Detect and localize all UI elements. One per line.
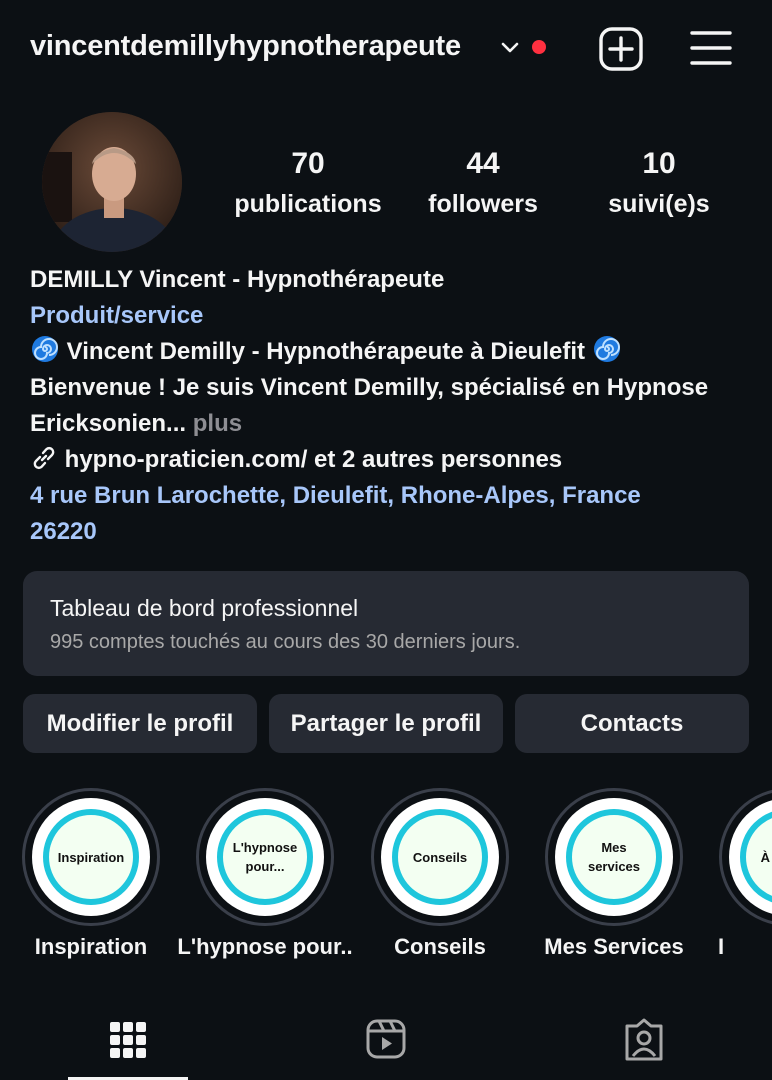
highlight-cover-text: L'hypnose pour... [217, 809, 313, 905]
highlight-label: I [718, 934, 725, 959]
highlight-cover-text: Conseils [392, 809, 488, 905]
profile-category[interactable]: Produit/service [30, 298, 760, 334]
bio-links-text[interactable]: hypno-praticien.com/ et 2 autres personn… [65, 446, 562, 473]
bio-text-line: Bienvenue ! Je suis Vincent Demilly, spé… [30, 374, 709, 401]
profile-bio: DEMILLY Vincent - Hypnothérapeute Produi… [30, 262, 760, 550]
profile-tabs [0, 1012, 772, 1080]
highlight-inspiration[interactable]: Inspiration Inspiration [21, 788, 161, 959]
menu-icon[interactable] [690, 28, 732, 68]
cyclone-emoji-icon [32, 336, 58, 362]
highlight-label: L'hypnose pour.. [177, 934, 353, 959]
highlight-label: Mes Services [544, 934, 684, 959]
bio-text-truncated: Ericksonien... [30, 410, 187, 437]
highlight-partial[interactable]: À P... D... I [718, 788, 772, 959]
stat-following[interactable]: 10 suivi(e)s [569, 146, 749, 222]
dashboard-title: Tableau de bord professionnel [50, 595, 359, 621]
notification-dot [532, 40, 546, 54]
followers-label: followers [428, 190, 538, 218]
highlight-clip: À P... D... I [718, 788, 772, 988]
cyclone-emoji-icon [593, 336, 620, 362]
following-label: suivi(e)s [608, 190, 710, 218]
following-count: 10 [642, 147, 676, 180]
link-icon [33, 446, 55, 470]
bio-headline: Vincent Demilly - Hypnothérapeute à Dieu… [30, 334, 760, 370]
highlight-ring: Mes services [545, 788, 683, 926]
highlight-cover-text: À P... D... [740, 809, 772, 905]
grid-icon[interactable] [108, 1020, 148, 1060]
bio-links[interactable]: hypno-praticien.com/ et 2 autres personn… [30, 442, 760, 478]
publications-label: publications [234, 190, 382, 218]
highlight-cover-text: Inspiration [43, 809, 139, 905]
highlight-services[interactable]: Mes services Mes Services [544, 788, 684, 959]
followers-count: 44 [466, 147, 500, 180]
create-post-icon[interactable] [598, 26, 644, 72]
stat-followers[interactable]: 44 followers [393, 146, 573, 222]
share-profile-button[interactable]: Partager le profil [269, 694, 503, 753]
bio-more-link[interactable]: plus [193, 410, 242, 437]
address-line[interactable]: 4 rue Brun Larochette, Dieulefit, Rhone-… [30, 478, 760, 514]
bio-headline-text: Vincent Demilly - Hypnothérapeute à Dieu… [66, 338, 586, 365]
highlight-cover-text: Mes services [566, 809, 662, 905]
top-bar: vincentdemillyhypnotherapeute [0, 0, 772, 96]
highlight-label: Conseils [394, 934, 486, 959]
reels-icon[interactable] [365, 1018, 407, 1060]
professional-dashboard[interactable]: Tableau de bord professionnel 995 compte… [23, 571, 749, 676]
highlight-ring: Inspiration [22, 788, 160, 926]
contacts-button[interactable]: Contacts [515, 694, 749, 753]
profile-avatar[interactable] [42, 112, 182, 252]
tagged-icon[interactable] [623, 1018, 665, 1062]
address-postcode[interactable]: 26220 [30, 514, 760, 550]
edit-profile-button[interactable]: Modifier le profil [23, 694, 257, 753]
bio-text-line: Ericksonien... plus [30, 406, 760, 442]
highlight-ring: À P... D... [719, 788, 772, 926]
publications-count: 70 [291, 147, 325, 180]
highlight-ring: L'hypnose pour... [196, 788, 334, 926]
highlight-label: Inspiration [34, 934, 148, 959]
dashboard-subtitle: 995 comptes touchés au cours des 30 dern… [50, 631, 521, 653]
username-switcher[interactable]: vincentdemillyhypnotherapeute [30, 30, 461, 63]
stat-publications[interactable]: 70 publications [218, 146, 398, 222]
chevron-down-icon[interactable] [498, 36, 522, 60]
highlight-conseils[interactable]: Conseils Conseils [370, 788, 510, 959]
profile-name: DEMILLY Vincent - Hypnothérapeute [30, 266, 445, 293]
highlight-ring: Conseils [371, 788, 509, 926]
highlight-hypnose[interactable]: L'hypnose pour... L'hypnose pour.. [177, 788, 353, 959]
